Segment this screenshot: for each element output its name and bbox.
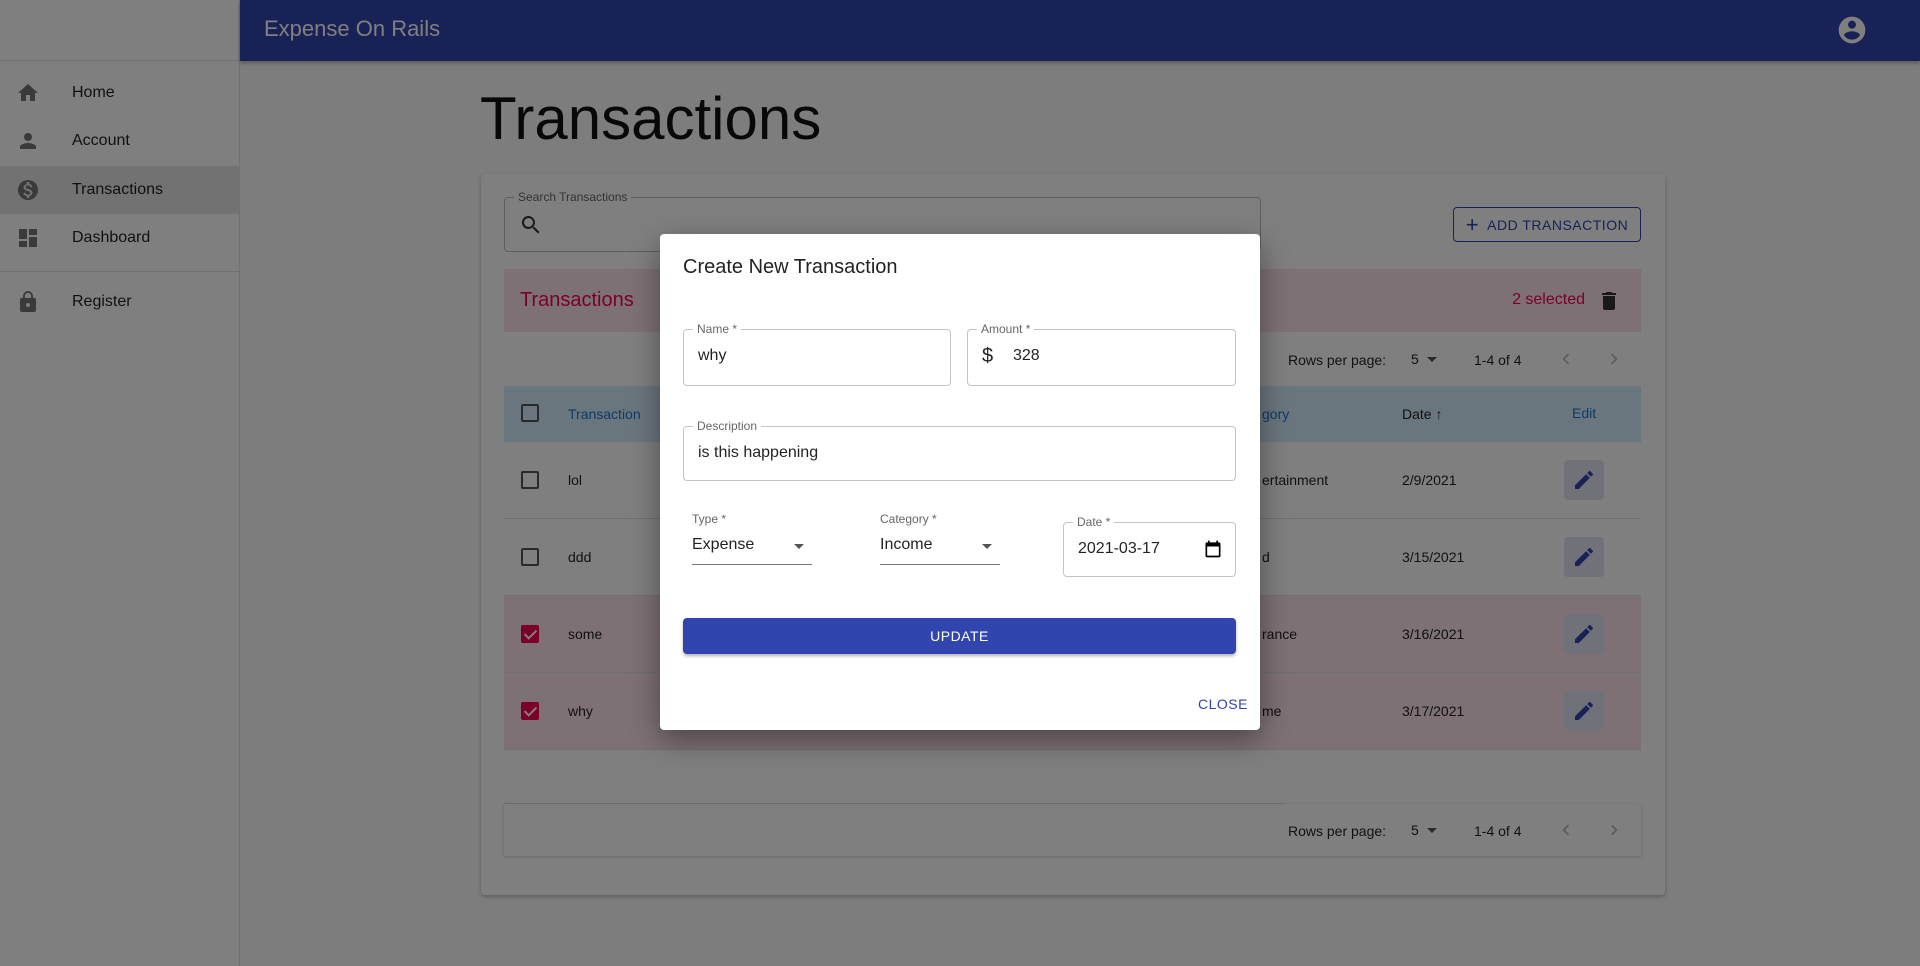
category-label: Category *	[880, 512, 937, 526]
underline	[692, 564, 812, 565]
name-label: Name *	[693, 322, 742, 336]
category-value: Income	[880, 536, 933, 553]
dollar-icon: $	[982, 345, 994, 367]
caret-down-icon	[982, 544, 992, 549]
update-button[interactable]: UPDATE	[683, 618, 1236, 654]
date-field[interactable]: Date * 2021-03-17	[1063, 515, 1236, 577]
amount-value: 328	[1013, 347, 1040, 364]
amount-field[interactable]: Amount * $ 328	[967, 322, 1236, 386]
dialog-title: Create New Transaction	[683, 256, 898, 278]
caret-down-icon	[794, 544, 804, 549]
category-select[interactable]: Category * Income	[880, 512, 1000, 566]
close-button[interactable]: CLOSE	[1198, 696, 1248, 712]
name-field[interactable]: Name * why	[683, 322, 951, 386]
type-label: Type *	[692, 512, 727, 526]
date-value: 2021-03-17	[1078, 540, 1160, 557]
description-field[interactable]: Description is this happening	[683, 419, 1236, 481]
name-value: why	[698, 347, 727, 364]
amount-label: Amount *	[977, 322, 1035, 336]
type-value: Expense	[692, 536, 755, 553]
date-label: Date *	[1073, 515, 1115, 529]
underline	[880, 564, 1000, 565]
type-select[interactable]: Type * Expense	[692, 512, 812, 566]
create-transaction-dialog: Create New Transaction Name * why Amount…	[660, 234, 1260, 730]
calendar-icon[interactable]	[1203, 539, 1223, 559]
description-label: Description	[693, 419, 762, 433]
description-value: is this happening	[698, 444, 819, 461]
